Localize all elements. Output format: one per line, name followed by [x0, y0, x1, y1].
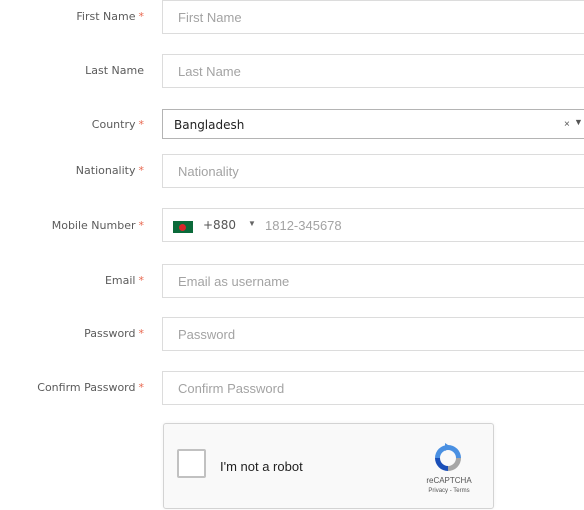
password-input[interactable] [163, 318, 584, 350]
mobile-number-label-text: Mobile Number [51, 219, 136, 232]
mobile-number-input[interactable] [259, 209, 584, 241]
email-label-text: Email [104, 274, 136, 287]
email-label: Email * [0, 273, 144, 289]
recaptcha-logo-icon [435, 443, 461, 471]
nationality-field-box [162, 154, 584, 188]
password-label-text: Password [84, 327, 136, 340]
required-marker: * [138, 118, 145, 131]
chevron-down-icon[interactable]: ▼ [574, 117, 583, 127]
confirm-password-field-box [162, 371, 584, 405]
first-name-label-text: First Name [76, 10, 136, 23]
email-input[interactable] [163, 265, 584, 297]
confirm-password-label: Confirm Password * [0, 380, 144, 396]
first-name-field-box [162, 0, 584, 34]
last-name-input[interactable] [163, 55, 584, 87]
required-marker: * [138, 10, 145, 23]
dial-code[interactable]: +880 [203, 218, 236, 232]
chevron-down-icon[interactable]: ▼ [248, 219, 256, 228]
required-marker: * [138, 327, 145, 340]
required-marker: * [138, 219, 145, 232]
last-name-field-box [162, 54, 584, 88]
password-label: Password * [0, 326, 144, 342]
required-marker: * [138, 381, 145, 394]
mobile-number-label: Mobile Number * [0, 218, 144, 234]
mobile-number-field: +880 ▼ [162, 208, 584, 242]
email-field-box [162, 264, 584, 298]
nationality-input[interactable] [163, 155, 584, 187]
recaptcha-checkbox[interactable] [177, 449, 206, 478]
required-marker: * [138, 164, 145, 177]
recaptcha-label: I'm not a robot [220, 459, 303, 474]
nationality-label: Nationality * [0, 163, 144, 179]
country-select[interactable]: Bangladesh × ▼ [162, 109, 584, 139]
country-label: Country * [0, 117, 144, 133]
password-field-box [162, 317, 584, 351]
confirm-password-input[interactable] [163, 372, 584, 404]
first-name-input[interactable] [163, 1, 584, 33]
recaptcha-privacy-terms-link[interactable]: Privacy - Terms [419, 488, 479, 494]
nationality-label-text: Nationality [75, 164, 136, 177]
last-name-label-text: Last Name [85, 64, 144, 77]
confirm-password-label-text: Confirm Password [37, 381, 136, 394]
recaptcha-brand: reCAPTCHA [426, 476, 472, 485]
country-selected-value: Bangladesh [174, 118, 245, 132]
first-name-label: First Name * [0, 9, 144, 25]
country-label-text: Country [91, 118, 136, 131]
required-marker: * [138, 274, 145, 287]
bangladesh-flag-icon[interactable] [173, 221, 193, 233]
recaptcha-widget: I'm not a robot reCAPTCHA Privacy - Term… [163, 423, 494, 509]
clear-icon[interactable]: × [564, 119, 570, 130]
last-name-label: Last Name [0, 63, 144, 79]
